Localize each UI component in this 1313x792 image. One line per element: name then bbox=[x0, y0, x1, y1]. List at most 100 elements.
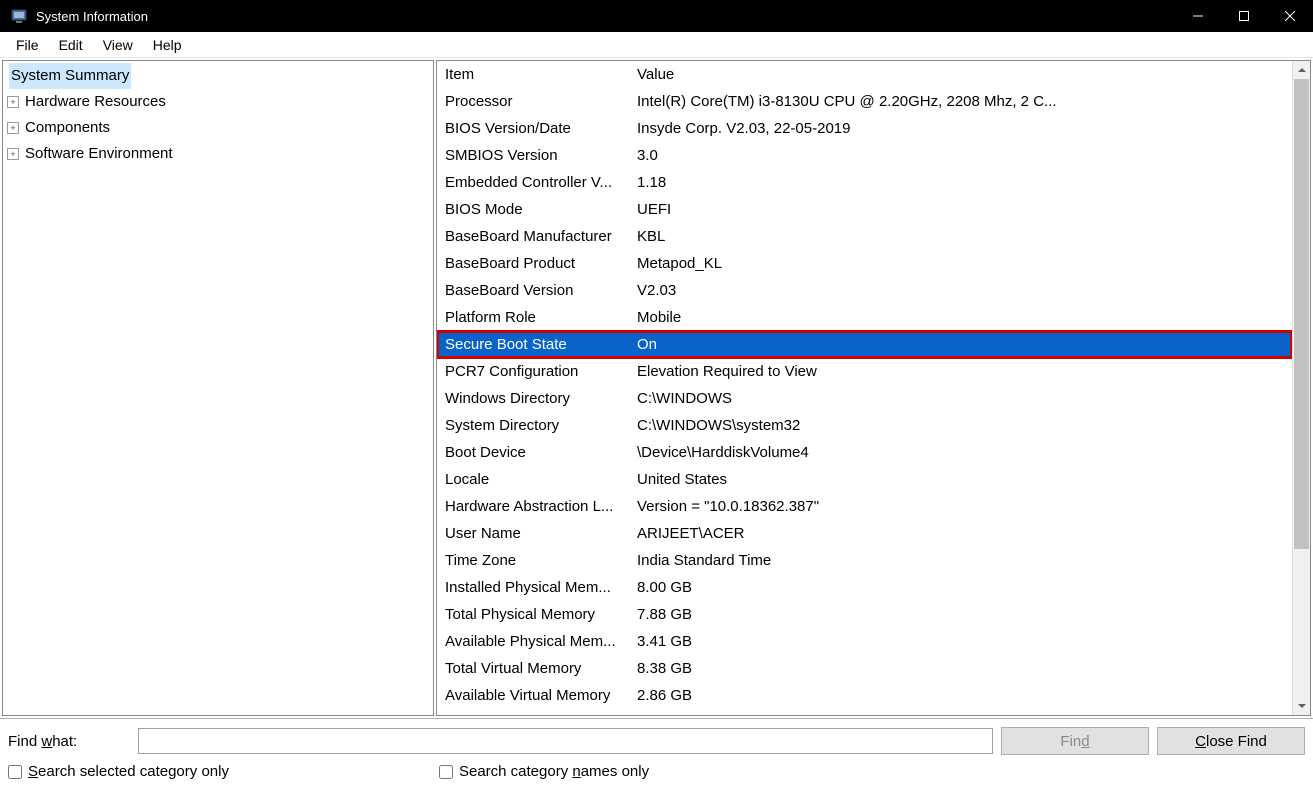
scroll-up-icon[interactable] bbox=[1293, 61, 1310, 79]
close-find-button[interactable]: Close Find bbox=[1157, 727, 1305, 755]
list-cell-value: India Standard Time bbox=[637, 552, 1292, 569]
list-row[interactable]: PCR7 ConfigurationElevation Required to … bbox=[437, 358, 1292, 385]
main-area: System Summary +Hardware Resources+Compo… bbox=[0, 58, 1313, 718]
tree-item[interactable]: + Components bbox=[7, 115, 433, 141]
list-row[interactable]: Available Physical Mem...3.41 GB bbox=[437, 628, 1292, 655]
list-cell-item: Available Virtual Memory bbox=[437, 687, 637, 704]
column-header-value[interactable]: Value bbox=[637, 66, 1292, 83]
menu-view[interactable]: View bbox=[93, 35, 143, 55]
list-cell-value: UEFI bbox=[637, 201, 1292, 218]
tree-item-label: Software Environment bbox=[23, 141, 175, 167]
search-selected-category-box[interactable] bbox=[8, 765, 22, 779]
menu-edit[interactable]: Edit bbox=[49, 35, 93, 55]
details-list: Item Value ProcessorIntel(R) Core(TM) i3… bbox=[437, 61, 1292, 715]
category-tree-pane: System Summary +Hardware Resources+Compo… bbox=[2, 60, 434, 716]
tree-expand-icon[interactable]: + bbox=[7, 122, 19, 134]
list-cell-item: BaseBoard Product bbox=[437, 255, 637, 272]
list-cell-item: User Name bbox=[437, 525, 637, 542]
list-row[interactable]: Total Physical Memory7.88 GB bbox=[437, 601, 1292, 628]
list-row[interactable]: SMBIOS Version3.0 bbox=[437, 142, 1292, 169]
list-cell-value: V2.03 bbox=[637, 282, 1292, 299]
list-cell-value: KBL bbox=[637, 228, 1292, 245]
list-row[interactable]: BIOS Version/DateInsyde Corp. V2.03, 22-… bbox=[437, 115, 1292, 142]
find-button[interactable]: Find bbox=[1001, 727, 1149, 755]
list-cell-value: 7.88 GB bbox=[637, 606, 1292, 623]
vertical-scrollbar[interactable] bbox=[1292, 61, 1310, 715]
scrollbar-thumb[interactable] bbox=[1294, 79, 1309, 549]
list-cell-value: United States bbox=[637, 471, 1292, 488]
list-header[interactable]: Item Value bbox=[437, 61, 1292, 88]
list-cell-value: ARIJEET\ACER bbox=[637, 525, 1292, 542]
tree-expand-icon[interactable]: + bbox=[7, 148, 19, 160]
list-row[interactable]: Embedded Controller V...1.18 bbox=[437, 169, 1292, 196]
list-row[interactable]: BIOS ModeUEFI bbox=[437, 196, 1292, 223]
list-row[interactable]: Hardware Abstraction L...Version = "10.0… bbox=[437, 493, 1292, 520]
scroll-down-icon[interactable] bbox=[1293, 697, 1310, 715]
find-panel: Find what: Find Close Find Search select… bbox=[0, 718, 1313, 792]
list-cell-item: Total Physical Memory bbox=[437, 606, 637, 623]
list-cell-value: C:\WINDOWS\system32 bbox=[637, 417, 1292, 434]
list-row[interactable]: Secure Boot StateOn bbox=[437, 331, 1292, 358]
list-cell-item: System Directory bbox=[437, 417, 637, 434]
list-cell-value: \Device\HarddiskVolume4 bbox=[637, 444, 1292, 461]
list-cell-value: Insyde Corp. V2.03, 22-05-2019 bbox=[637, 120, 1292, 137]
list-cell-item: Available Physical Mem... bbox=[437, 633, 637, 650]
list-cell-value: Intel(R) Core(TM) i3-8130U CPU @ 2.20GHz… bbox=[637, 93, 1292, 110]
minimize-button[interactable] bbox=[1175, 0, 1221, 32]
list-row[interactable]: Available Virtual Memory2.86 GB bbox=[437, 682, 1292, 709]
list-cell-item: Locale bbox=[437, 471, 637, 488]
window-title: System Information bbox=[36, 9, 148, 24]
list-row[interactable]: Boot Device\Device\HarddiskVolume4 bbox=[437, 439, 1292, 466]
close-button[interactable] bbox=[1267, 0, 1313, 32]
list-row[interactable]: Installed Physical Mem...8.00 GB bbox=[437, 574, 1292, 601]
list-row[interactable]: ProcessorIntel(R) Core(TM) i3-8130U CPU … bbox=[437, 88, 1292, 115]
category-tree: System Summary +Hardware Resources+Compo… bbox=[3, 61, 433, 167]
menu-file[interactable]: File bbox=[6, 35, 49, 55]
list-row[interactable]: User NameARIJEET\ACER bbox=[437, 520, 1292, 547]
list-cell-value: 2.86 GB bbox=[637, 687, 1292, 704]
list-cell-item: Boot Device bbox=[437, 444, 637, 461]
menu-help[interactable]: Help bbox=[143, 35, 192, 55]
find-what-input[interactable] bbox=[138, 728, 993, 754]
search-selected-category-checkbox[interactable]: Search selected category only bbox=[8, 763, 229, 780]
list-row[interactable]: Windows DirectoryC:\WINDOWS bbox=[437, 385, 1292, 412]
list-row[interactable]: BaseBoard VersionV2.03 bbox=[437, 277, 1292, 304]
list-row[interactable]: BaseBoard ManufacturerKBL bbox=[437, 223, 1292, 250]
search-category-names-box[interactable] bbox=[439, 765, 453, 779]
list-cell-item: BaseBoard Version bbox=[437, 282, 637, 299]
list-cell-item: Hardware Abstraction L... bbox=[437, 498, 637, 515]
list-row[interactable]: LocaleUnited States bbox=[437, 466, 1292, 493]
tree-expand-icon[interactable]: + bbox=[7, 96, 19, 108]
list-cell-item: Processor bbox=[437, 93, 637, 110]
list-row[interactable]: BaseBoard ProductMetapod_KL bbox=[437, 250, 1292, 277]
list-cell-value: 8.38 GB bbox=[637, 660, 1292, 677]
tree-root-system-summary[interactable]: System Summary bbox=[7, 63, 433, 89]
list-cell-item: BIOS Mode bbox=[437, 201, 637, 218]
list-row[interactable]: Time ZoneIndia Standard Time bbox=[437, 547, 1292, 574]
menu-bar: File Edit View Help bbox=[0, 32, 1313, 58]
tree-item[interactable]: + Software Environment bbox=[7, 141, 433, 167]
find-what-label: Find what: bbox=[8, 733, 130, 750]
maximize-button[interactable] bbox=[1221, 0, 1267, 32]
list-row[interactable]: Total Virtual Memory8.38 GB bbox=[437, 655, 1292, 682]
list-cell-value: Metapod_KL bbox=[637, 255, 1292, 272]
list-cell-item: Secure Boot State bbox=[437, 336, 637, 353]
checkbox-label: Search category names only bbox=[459, 763, 649, 780]
list-cell-value: 3.41 GB bbox=[637, 633, 1292, 650]
column-header-item[interactable]: Item bbox=[437, 66, 637, 83]
list-cell-value: Elevation Required to View bbox=[637, 363, 1292, 380]
list-cell-item: BaseBoard Manufacturer bbox=[437, 228, 637, 245]
scrollbar-track[interactable] bbox=[1293, 79, 1310, 697]
tree-item-label: Components bbox=[23, 115, 112, 141]
checkbox-label: Search selected category only bbox=[28, 763, 229, 780]
list-row[interactable]: System DirectoryC:\WINDOWS\system32 bbox=[437, 412, 1292, 439]
list-row[interactable]: Platform RoleMobile bbox=[437, 304, 1292, 331]
list-cell-item: Embedded Controller V... bbox=[437, 174, 637, 191]
tree-item[interactable]: +Hardware Resources bbox=[7, 89, 433, 115]
list-cell-value: 3.0 bbox=[637, 147, 1292, 164]
list-cell-item: Time Zone bbox=[437, 552, 637, 569]
title-bar: System Information bbox=[0, 0, 1313, 32]
search-category-names-checkbox[interactable]: Search category names only bbox=[439, 763, 649, 780]
list-cell-value: 1.18 bbox=[637, 174, 1292, 191]
list-cell-value: On bbox=[637, 336, 1292, 353]
